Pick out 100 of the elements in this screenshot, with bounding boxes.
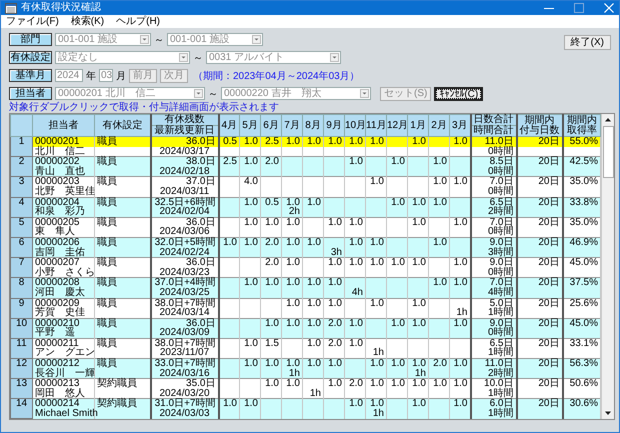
table-cell: 2024/02/18 [150,166,218,177]
field-label: 部門 [9,33,52,46]
table-cell: 1.0 [302,298,324,308]
table-cell: 2024/03/16 [150,368,218,379]
table-cell: 2.0 [260,258,282,268]
table-cell: 1.0 [366,298,386,308]
table-cell: 1.0 [366,378,386,389]
table-cell: 38.0日+7時間 [150,298,218,308]
table-cell: 20日 [516,176,562,187]
range-separator: ～ [208,88,218,100]
column-header: 日数合計 [470,114,516,126]
table-cell: 長谷川 一輝 [32,368,94,379]
exit-button[interactable]: 終了(X) [564,35,611,50]
table-cell: 20日 [516,378,562,389]
table-cell: 4時間 [470,288,516,298]
table-cell: 1.0 [450,378,470,389]
table-cell: 平野 遥 [32,328,94,338]
row-number: 1 [18,136,24,147]
range-separator: ～ [154,34,164,46]
unit-label: 月 [116,70,126,82]
table-cell: 芳賀 史佳 [32,308,94,318]
field-label: 担当者 [9,87,52,100]
period-text: （期間：2023年04月～2024年03月） [193,70,360,82]
table-cell: 1.0 [302,338,324,348]
table-cell: 2024/03/25 [150,288,218,298]
column-header: 8月 [302,114,324,136]
table-cell: 1.0 [260,217,282,228]
column-header: 有休設定 [94,114,150,136]
column-header: 3月 [450,114,470,136]
table-cell: 00000207 [32,258,94,268]
table-cell: 1.0 [344,338,366,348]
table-cell: 00000211 [32,338,94,348]
table-cell: 2.0 [344,378,366,389]
table-cell: 職員 [94,338,150,348]
table-cell: 1.0 [366,258,386,268]
table-cell: 9.0日 [470,258,516,268]
table-cell: 36.0日 [150,258,218,268]
close-icon[interactable] [603,2,615,14]
row-number: 3 [18,176,24,188]
table-cell: 3時間 [470,248,516,258]
table-cell: 1h [366,409,386,419]
row-number: 12 [16,358,28,370]
column-header: 4月 [218,114,240,136]
row-number: 4 [18,196,24,208]
table-cell: 青山 直也 [32,166,94,177]
table-cell: 1h [408,368,428,379]
row-number: 14 [16,398,28,410]
column-header: 5月 [240,114,260,136]
window-title: 有休取得状況確認 [21,2,101,14]
caret-icon [194,89,203,98]
table-cell: 1.0 [282,217,302,228]
table-cell: 0時間 [470,166,516,177]
table-cell: 00000203 [32,176,94,187]
table-cell: 契約職員 [94,378,150,389]
table-cell: 1.0 [240,217,260,228]
menu-item[interactable]: ヘルプ(H) [116,16,160,28]
table-cell: 1.0 [386,378,408,389]
table-cell: 36.0日 [150,217,218,228]
table-cell: 1.0 [324,217,344,228]
table-cell: 職員 [94,298,150,308]
table-cell: 38.0日+7時間 [150,338,218,348]
table-cell: 1.0 [450,176,470,187]
menu-item[interactable]: 検索(K) [70,16,104,28]
column-header: 10月 [344,114,366,136]
table-cell: 1.0 [408,258,428,268]
table-cell: 2024/03/03 [150,409,218,419]
table-cell: 1.0 [428,378,450,389]
table-cell: 0時間 [470,328,516,338]
table-cell: 職員 [94,136,150,147]
table-cell: 吉岡 圭佑 [32,248,94,258]
table-cell: 1.0 [408,298,428,308]
row-number: 6 [18,236,24,248]
caret-icon [179,53,188,62]
column-header: 7月 [282,114,302,136]
table-cell: 1.0 [324,298,344,308]
table-cell: 職員 [94,258,150,268]
table-cell: 1.0 [324,258,344,268]
row-number: 9 [18,298,24,308]
row-number: 13 [16,378,28,390]
table-cell: 1.0 [282,378,302,389]
table-cell: 2024/03/09 [150,328,218,338]
unit-label: 年 [86,70,96,82]
table-cell: 1.0 [344,258,366,268]
table-cell: 1.0 [366,176,386,187]
table-cell: 1.0 [344,217,366,228]
column-header: 12月 [386,114,408,136]
column-header: 期間内 付与日数 [516,114,562,136]
menu-item[interactable]: ファイル(F) [6,16,59,28]
field-label: 有休設定 [9,51,52,64]
scroll-thumb[interactable] [602,126,614,178]
table-cell: 1.5 [260,338,282,348]
table-cell: 00000213 [32,378,94,389]
range-separator: ～ [193,52,203,64]
vertical-scrollbar[interactable] [601,114,614,420]
table-cell: 20日 [516,298,562,308]
column-header: 2月 [428,114,450,136]
caret-icon [360,89,369,98]
table-cell: 河田 慶太 [32,288,94,298]
column-header: 担当者 [32,114,94,136]
table-cell: 2024/02/24 [150,248,218,258]
